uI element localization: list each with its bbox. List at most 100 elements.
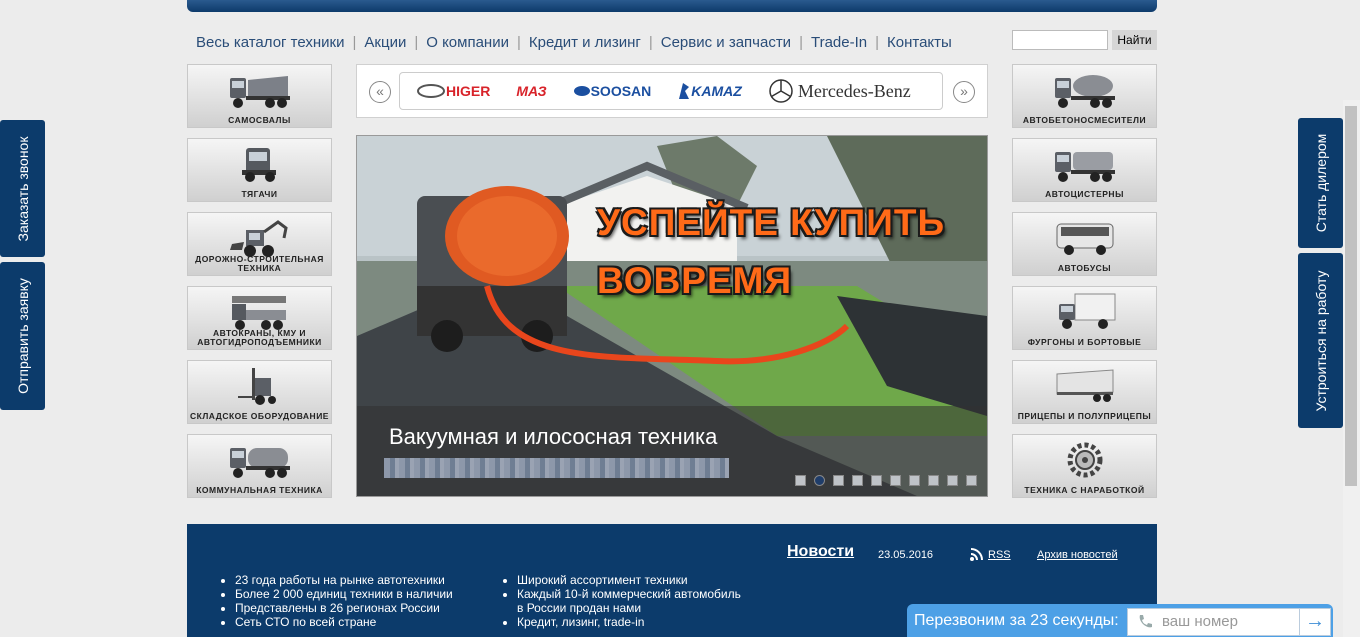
concrete-mixer-icon: [1054, 75, 1115, 108]
nav-link-promotions[interactable]: Акции: [364, 34, 406, 51]
features-list-left: 23 года работы на рынке автотехники Боле…: [221, 573, 453, 629]
slider-dot[interactable]: [966, 475, 977, 486]
category-tractor-units[interactable]: ТЯГАЧИ: [187, 138, 332, 202]
slider-dot[interactable]: [814, 475, 825, 486]
category-label: АВТОБУСЫ: [1057, 263, 1112, 273]
callback-text: Перезвоним за 23 секунды:: [914, 612, 1119, 629]
brand-carousel: « HIGER МАЗ SOOSAN KAMAZ Mercedes-Benz »: [356, 64, 988, 118]
rss-link[interactable]: RSS: [970, 548, 1011, 561]
category-label: АВТОКРАНЫ, КМУ И АВТОГИДРОПОДЪЕМНИКИ: [197, 328, 322, 347]
brand-name: HIGER: [446, 83, 491, 99]
bus-icon: [1056, 223, 1113, 255]
category-truck-cranes[interactable]: АВТОКРАНЫ, КМУ И АВТОГИДРОПОДЪЕМНИКИ: [187, 286, 332, 350]
category-concrete-mixers[interactable]: АВТОБЕТОНОСМЕСИТЕЛИ: [1012, 64, 1157, 128]
nav-separator: |: [648, 33, 653, 51]
nav-link-catalog[interactable]: Весь каталог техники: [196, 34, 345, 51]
brand-name: KAMAZ: [691, 83, 742, 99]
soosan-logo-icon: [573, 86, 590, 96]
promo-line: ВОВРЕМЯ: [597, 260, 793, 301]
scrollbar-thumb[interactable]: [1345, 106, 1357, 486]
rss-label: RSS: [988, 548, 1011, 561]
feature-item: Представлены в 26 регионах России: [235, 601, 453, 615]
news-heading-link[interactable]: Новости: [787, 543, 854, 561]
slider-dot[interactable]: [833, 475, 844, 486]
slider-dot[interactable]: [928, 475, 939, 486]
forklift-icon: [237, 368, 276, 405]
feature-item: 23 года работы на рынке автотехники: [235, 573, 453, 587]
callback-widget: Перезвоним за 23 секунды: ваш номер →: [907, 604, 1333, 637]
promo-headline: УСПЕЙТЕ КУПИТЬ ВОВРЕМЯ: [597, 194, 945, 310]
get-job-tab[interactable]: Устроиться на работу: [1298, 253, 1343, 428]
nav-separator: |: [799, 33, 803, 51]
order-call-tab[interactable]: Заказать звонок: [0, 120, 45, 257]
tab-label: Устроиться на работу: [1312, 270, 1329, 411]
slider-dot[interactable]: [947, 475, 958, 486]
slider-dot[interactable]: [795, 475, 806, 486]
news-date: 23.05.2016: [878, 549, 934, 561]
slider-dot[interactable]: [852, 475, 863, 486]
brand-logo-soosan[interactable]: SOOSAN: [573, 83, 652, 99]
top-header-bar: [187, 0, 1157, 12]
brand-logo-higer[interactable]: HIGER: [416, 83, 490, 99]
category-tank-trucks[interactable]: АВТОЦИСТЕРНЫ: [1012, 138, 1157, 202]
category-label: СКЛАДСКОЕ ОБОРУДОВАНИЕ: [190, 411, 329, 421]
brand-logo-kamaz[interactable]: KAMAZ: [677, 81, 742, 101]
category-warehouse[interactable]: СКЛАДСКОЕ ОБОРУДОВАНИЕ: [187, 360, 332, 424]
category-label: ТЯГАЧИ: [241, 189, 278, 199]
category-used-equipment[interactable]: ТЕХНИКА С НАРАБОТКОЙ: [1012, 434, 1157, 498]
dump-truck-icon: [229, 76, 290, 108]
category-dump-trucks[interactable]: САМОСВАЛЫ: [187, 64, 332, 128]
tab-label: Заказать звонок: [14, 136, 31, 241]
carousel-next-button[interactable]: »: [953, 81, 975, 103]
nav-link-trade-in[interactable]: Trade-In: [811, 34, 867, 51]
category-vans-flatbeds[interactable]: ФУРГОНЫ И БОРТОВЫЕ: [1012, 286, 1157, 350]
news-archive-link[interactable]: Архив новостей: [1037, 549, 1118, 561]
nav-link-service-parts[interactable]: Сервис и запчасти: [661, 34, 791, 51]
search-form: Найти: [1012, 30, 1157, 50]
tab-label: Отправить заявку: [14, 278, 31, 394]
hero-slider[interactable]: УСПЕЙТЕ КУПИТЬ ВОВРЕМЯ Вакуумная и илосо…: [356, 135, 988, 497]
search-button[interactable]: Найти: [1112, 30, 1157, 50]
category-label: ФУРГОНЫ И БОРТОВЫЕ: [1027, 337, 1142, 347]
category-label: АВТОБЕТОНОСМЕСИТЕЛИ: [1022, 115, 1147, 125]
nav-separator: |: [516, 33, 521, 51]
category-trailers[interactable]: ПРИЦЕПЫ И ПОЛУПРИЦЕПЫ: [1012, 360, 1157, 424]
gear-icon: [1067, 442, 1102, 478]
send-request-tab[interactable]: Отправить заявку: [0, 262, 45, 410]
feature-item: Сеть СТО по всей стране: [235, 615, 453, 629]
category-label: ПРИЦЕПЫ И ПОЛУПРИЦЕПЫ: [1017, 411, 1152, 421]
features-list-right: Широкий ассортимент техники Каждый 10-й …: [503, 573, 747, 629]
tab-label: Стать дилером: [1312, 133, 1329, 233]
slider-dot[interactable]: [909, 475, 920, 486]
become-dealer-tab[interactable]: Стать дилером: [1298, 118, 1343, 248]
brand-logo-mercedes[interactable]: Mercedes-Benz: [768, 78, 911, 104]
category-label: ДОРОЖНО-СТРОИТЕЛЬНАЯ ТЕХНИКА: [195, 254, 324, 273]
feature-item: Кредит, лизинг, trade-in: [517, 615, 747, 629]
brand-name: МАЗ: [516, 83, 547, 99]
phone-input[interactable]: ваш номер: [1127, 608, 1301, 636]
category-road-construction[interactable]: ДОРОЖНО-СТРОИТЕЛЬНАЯ ТЕХНИКА: [187, 212, 332, 276]
rss-icon: [970, 548, 983, 561]
brand-name: SOOSAN: [590, 83, 652, 99]
nav-separator: |: [414, 33, 419, 51]
nav-link-credit-leasing[interactable]: Кредит и лизинг: [529, 34, 641, 51]
search-input[interactable]: [1012, 30, 1108, 50]
page-scrollbar[interactable]: [1343, 100, 1360, 637]
brand-logo-maz[interactable]: МАЗ: [516, 83, 546, 99]
category-label: ТЕХНИКА С НАРАБОТКОЙ: [1024, 485, 1145, 495]
callback-submit-arrow-icon[interactable]: →: [1299, 608, 1331, 636]
nav-separator: |: [875, 33, 880, 51]
category-utility[interactable]: КОММУНАЛЬНАЯ ТЕХНИКА: [187, 434, 332, 498]
slider-dot[interactable]: [890, 475, 901, 486]
semitrailer-icon: [1056, 369, 1113, 402]
main-nav: Весь каталог техники | Акции | О компании |…: [196, 32, 952, 52]
slide-caption-blurred-text: [384, 458, 729, 478]
nav-link-about[interactable]: О компании: [426, 34, 509, 51]
slider-dot[interactable]: [871, 475, 882, 486]
kamaz-horse-icon: [679, 83, 690, 99]
nav-link-contacts[interactable]: Контакты: [887, 34, 952, 51]
promo-line: УСПЕЙТЕ КУПИТЬ: [597, 202, 946, 243]
category-buses[interactable]: АВТОБУСЫ: [1012, 212, 1157, 276]
carousel-prev-button[interactable]: «: [369, 81, 391, 103]
mercedes-star-icon: [769, 79, 793, 103]
